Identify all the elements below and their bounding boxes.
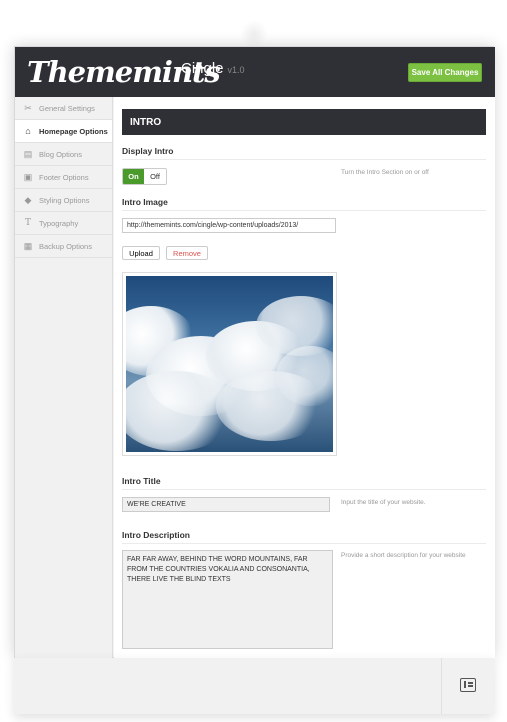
theme-version: v1.0 [227, 65, 245, 75]
sidebar-item-typography[interactable]: T Typography [15, 212, 112, 235]
sidebar-item-footer-options[interactable]: ▣ Footer Options [15, 166, 112, 189]
intro-description-hint: Provide a short description for your web… [341, 552, 466, 559]
sidebar-item-label: Styling Options [39, 195, 90, 205]
intro-image-url-field[interactable]: http://thememints.com/cingle/wp-content/… [122, 218, 336, 233]
sidebar-item-label: Typography [39, 218, 79, 228]
clouds-image [126, 276, 333, 452]
paint-bucket-icon: ◆ [24, 194, 32, 205]
sidebar: ✂ General Settings ⌂ Homepage Options ▤ … [15, 97, 113, 659]
divider [122, 159, 486, 160]
divider [122, 210, 486, 211]
theme-title: Cingle v1.0 [181, 60, 245, 77]
sidebar-item-label: Homepage Options [39, 126, 108, 136]
home-icon: ⌂ [25, 126, 31, 136]
intro-title-field[interactable]: WE'RE CREATIVE [122, 497, 330, 512]
section-title: INTRO [122, 109, 486, 135]
divider [122, 543, 486, 544]
blog-icon: ▤ [23, 148, 33, 159]
top-glow [240, 20, 268, 48]
footer-divider [441, 658, 442, 714]
sidebar-item-general-settings[interactable]: ✂ General Settings [15, 97, 112, 120]
intro-title-label: Intro Title [122, 476, 161, 486]
display-intro-label: Display Intro [122, 146, 174, 156]
upload-button[interactable]: Upload [122, 246, 160, 260]
sidebar-item-label: Footer Options [39, 172, 89, 182]
toggle-off-button[interactable]: Off [144, 169, 166, 184]
layout-icon[interactable] [460, 678, 476, 692]
intro-description-label: Intro Description [122, 530, 191, 540]
toggle-on-button[interactable]: On [123, 169, 144, 184]
intro-description-field[interactable] [122, 550, 333, 649]
intro-image-label: Intro Image [122, 197, 168, 207]
divider [122, 489, 486, 490]
sidebar-item-label: Blog Options [39, 149, 82, 159]
remove-button[interactable]: Remove [166, 246, 208, 260]
sidebar-item-homepage-options[interactable]: ⌂ Homepage Options [15, 120, 112, 143]
wrench-icon: ✂ [24, 102, 32, 113]
intro-image-preview [122, 272, 337, 456]
typography-icon: T [24, 218, 31, 228]
main-content: INTRO Display Intro On Off Turn the Intr… [114, 97, 495, 659]
panel-footer [14, 658, 494, 714]
footer-icon: ▣ [23, 171, 33, 182]
sidebar-item-label: Backup Options [39, 241, 92, 251]
display-intro-toggle[interactable]: On Off [122, 168, 167, 185]
display-intro-hint: Turn the Intro Section on or off [341, 169, 429, 176]
floppy-icon: ▦ [23, 240, 33, 251]
sidebar-item-label: General Settings [39, 103, 95, 113]
theme-name: Cingle [181, 60, 224, 77]
sidebar-item-blog-options[interactable]: ▤ Blog Options [15, 143, 112, 166]
save-all-button[interactable]: Save All Changes [408, 63, 482, 82]
sidebar-item-backup-options[interactable]: ▦ Backup Options [15, 235, 112, 258]
sidebar-item-styling-options[interactable]: ◆ Styling Options [15, 189, 112, 212]
intro-title-hint: Input the title of your website. [341, 499, 426, 506]
options-panel: Thememints Cingle v1.0 Save All Changes ✂… [14, 46, 495, 659]
panel-header: Thememints Cingle v1.0 Save All Changes [15, 47, 495, 97]
